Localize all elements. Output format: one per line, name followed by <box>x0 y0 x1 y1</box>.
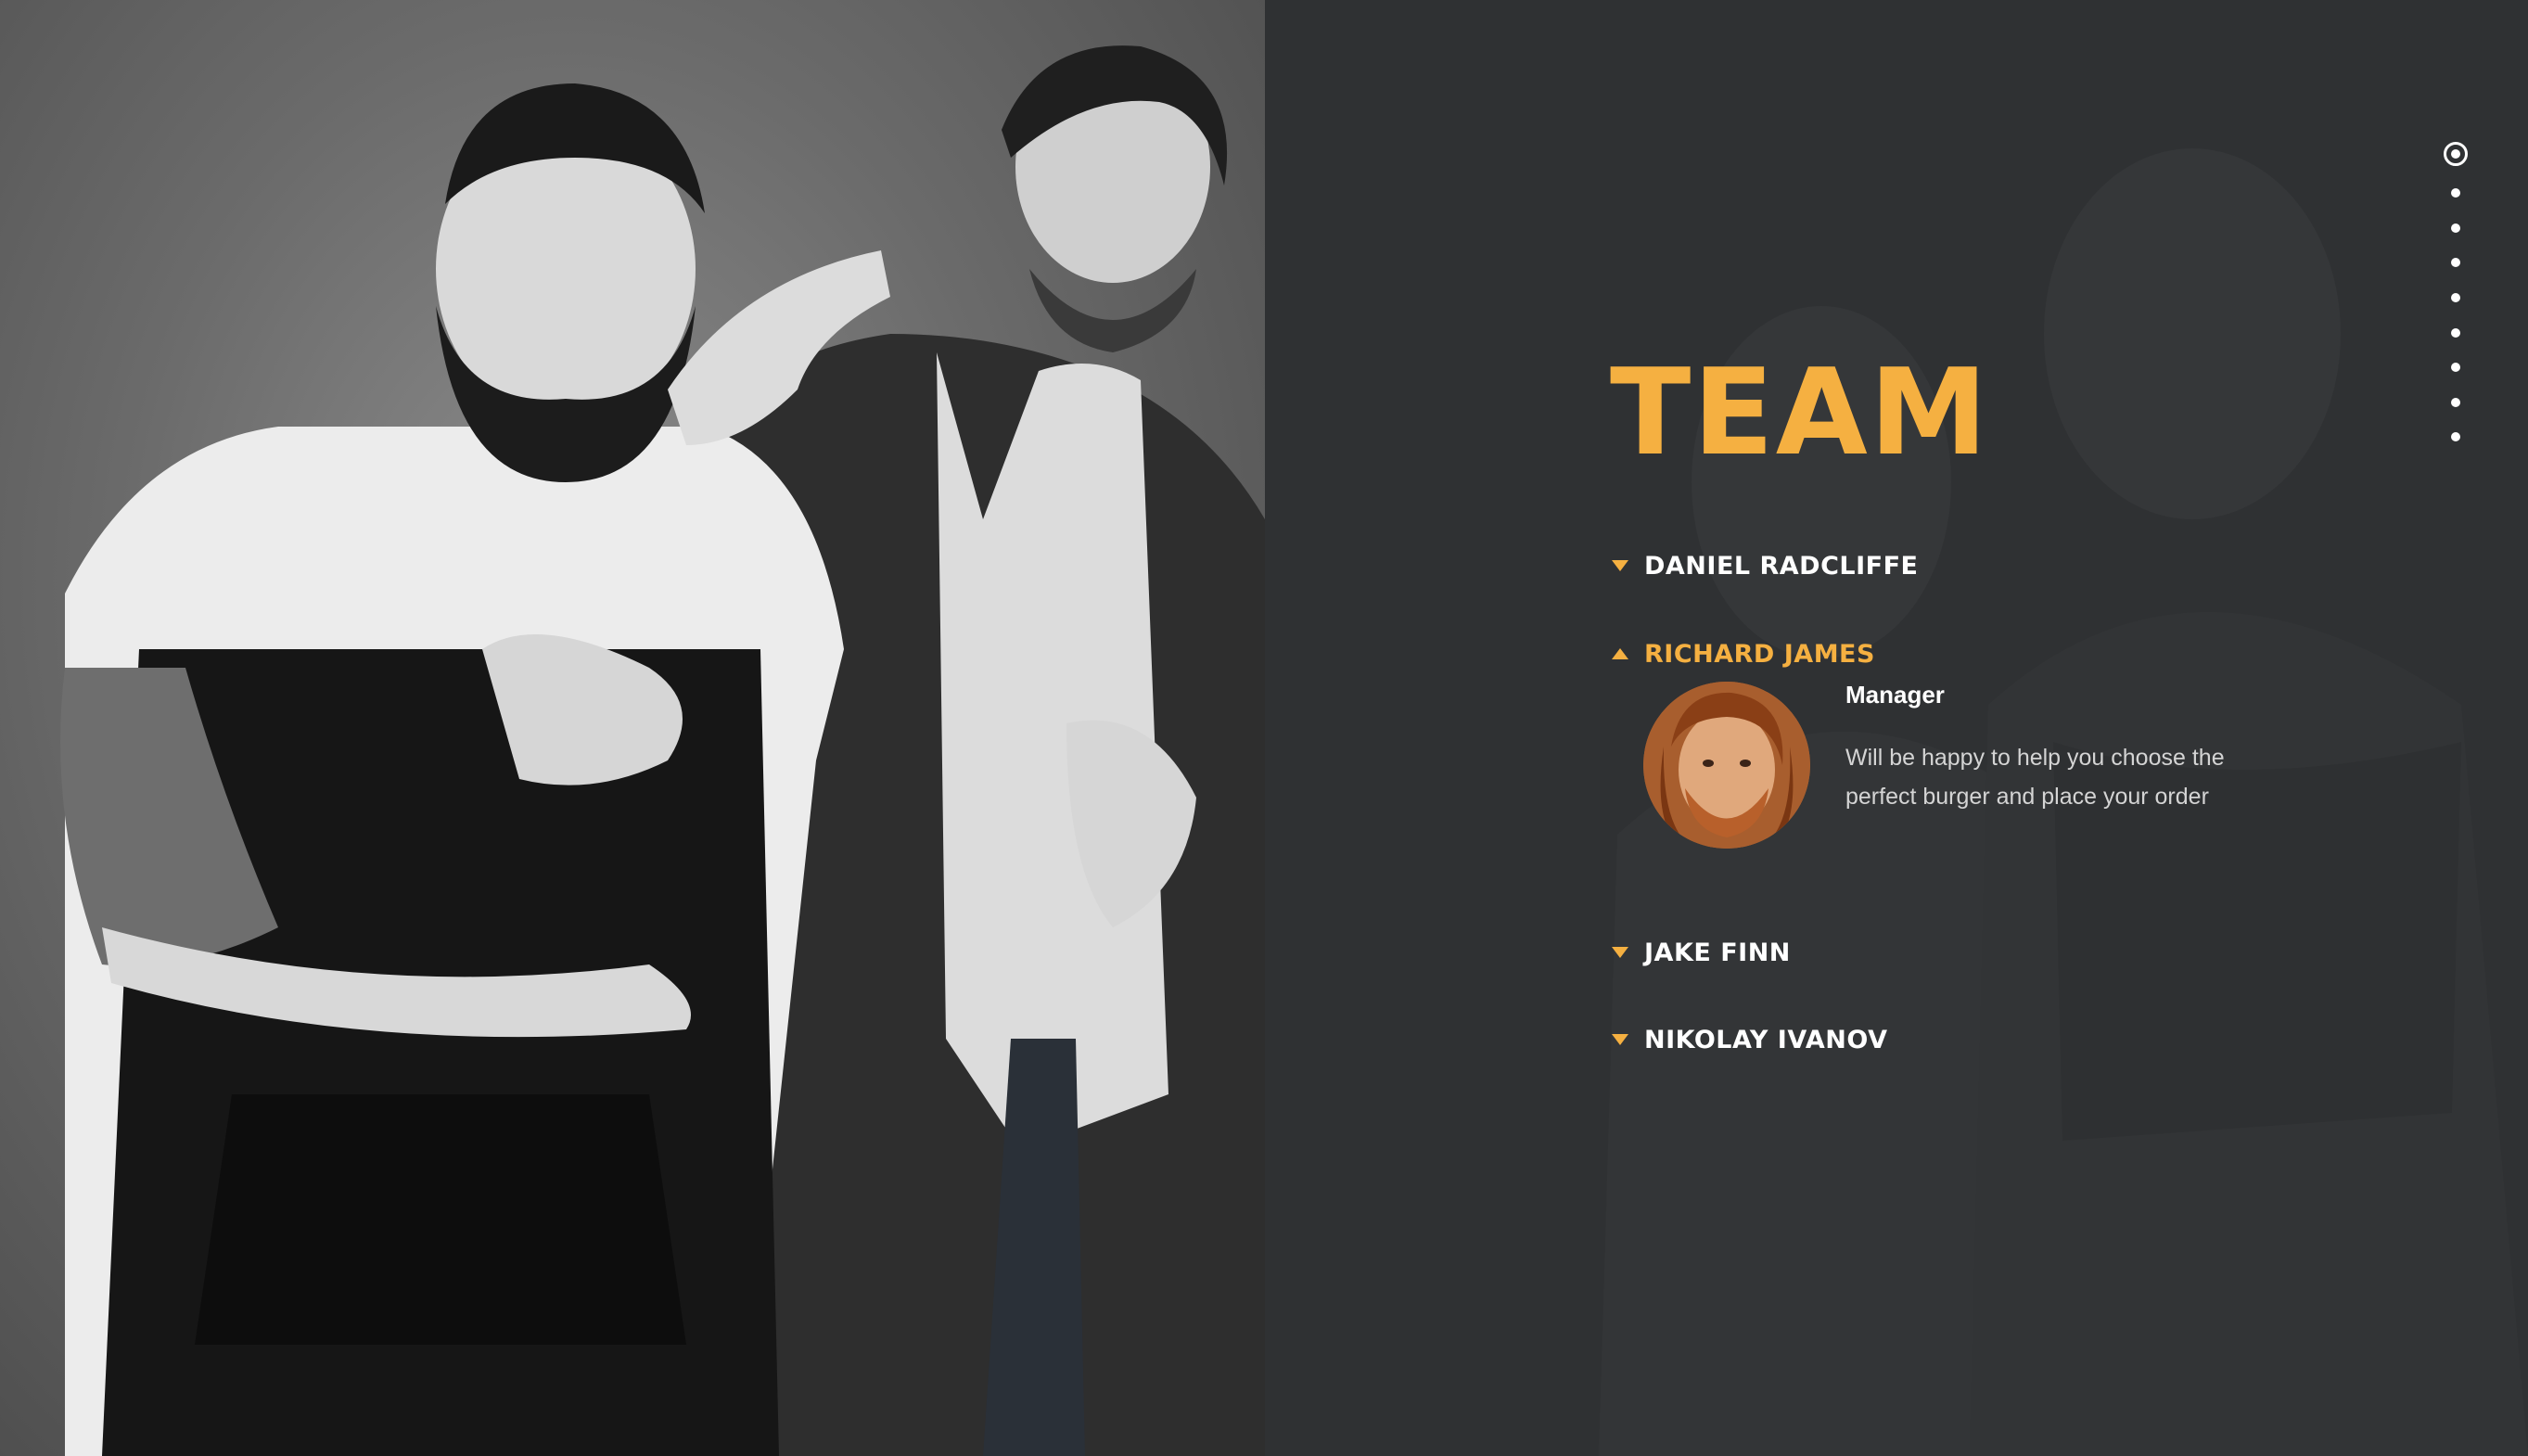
team-member-daniel[interactable]: DANIEL RADCLIFFE <box>1612 543 2261 589</box>
member-description: Will be happy to help you choose the per… <box>1845 745 2225 810</box>
dot-icon <box>2451 224 2460 233</box>
dot-nav-item[interactable] <box>2441 422 2471 452</box>
caret-down-icon <box>1612 1034 1628 1045</box>
dot-icon <box>2451 398 2460 407</box>
dot-nav-item[interactable] <box>2441 248 2471 277</box>
dot-nav-item[interactable] <box>2441 178 2471 208</box>
caret-down-icon <box>1612 947 1628 958</box>
dot-icon <box>2451 328 2460 338</box>
member-toggle[interactable]: JAKE FINN <box>1612 929 2261 976</box>
active-dot-icon <box>2444 142 2468 166</box>
member-toggle[interactable]: NIKOLAY IVANOV <box>1612 1016 2261 1063</box>
dot-nav-item[interactable] <box>2441 139 2471 169</box>
team-photo <box>0 0 1265 1456</box>
member-name: NIKOLAY IVANOV <box>1644 1025 1888 1054</box>
dot-nav-item[interactable] <box>2441 388 2471 417</box>
avatar <box>1643 682 1810 849</box>
dot-nav-item[interactable] <box>2441 283 2471 313</box>
team-member-richard[interactable]: RICHARD JAMES Manager Will be happy to h… <box>1612 631 2261 862</box>
member-toggle[interactable]: RICHARD JAMES <box>1612 631 2261 677</box>
member-name: DANIEL RADCLIFFE <box>1644 551 1919 581</box>
caret-down-icon <box>1612 560 1628 571</box>
section-title: TEAM <box>1610 344 1990 482</box>
member-role: Manager <box>1845 681 1945 709</box>
member-toggle[interactable]: DANIEL RADCLIFFE <box>1612 543 2261 589</box>
dot-icon <box>2451 188 2460 198</box>
dot-nav-item[interactable] <box>2441 318 2471 348</box>
dot-icon <box>2451 293 2460 302</box>
caret-up-icon <box>1612 648 1628 659</box>
team-member-nikolay[interactable]: NIKOLAY IVANOV <box>1612 1016 2261 1063</box>
dot-nav-item[interactable] <box>2441 213 2471 243</box>
team-photo-illustration <box>60 45 1265 1456</box>
dot-icon <box>2451 432 2460 441</box>
dot-icon <box>2451 258 2460 267</box>
bearded-man-portrait-icon <box>1643 682 1810 849</box>
member-name: JAKE FINN <box>1644 938 1791 967</box>
team-member-jake[interactable]: JAKE FINN <box>1612 929 2261 976</box>
dot-nav-item[interactable] <box>2441 352 2471 382</box>
member-name: RICHARD JAMES <box>1644 639 1875 669</box>
dot-icon <box>2451 363 2460 372</box>
member-details: Manager Will be happy to help you choose… <box>1612 677 2261 862</box>
